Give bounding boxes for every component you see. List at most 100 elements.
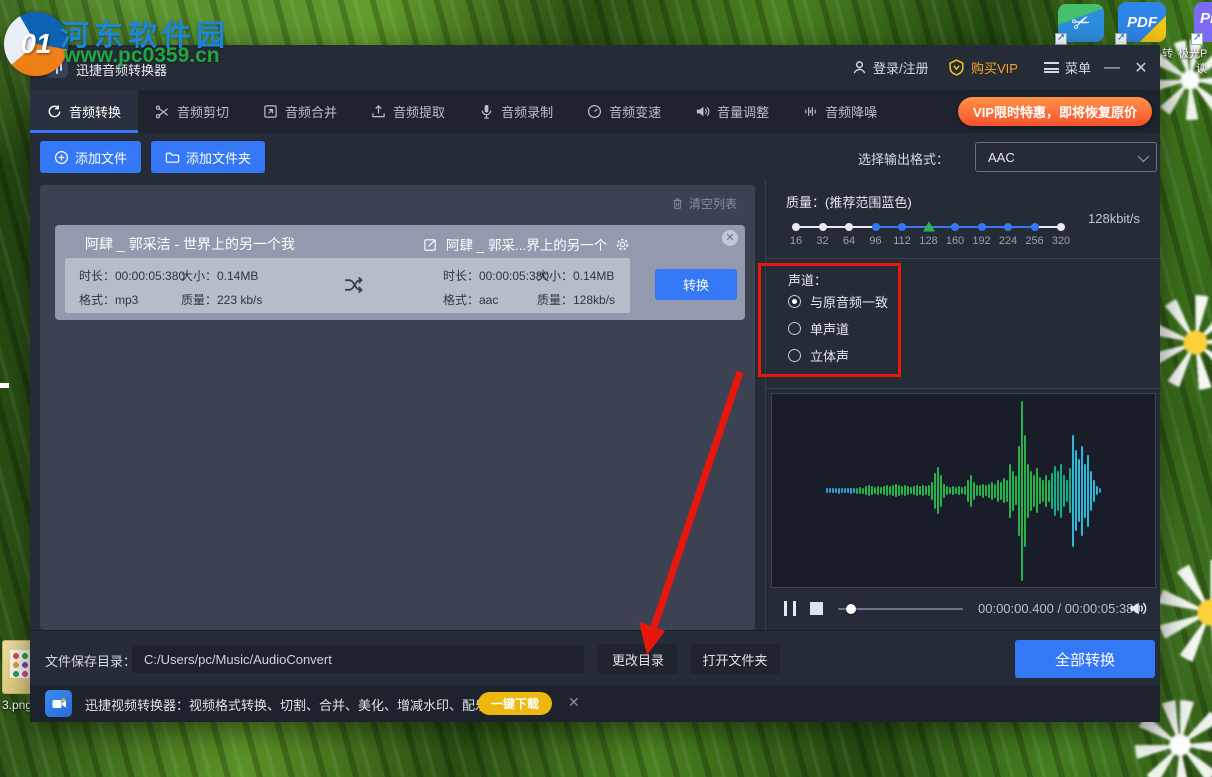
login-label: 登录/注册 — [873, 61, 929, 76]
tab-audio-cut[interactable]: 音频剪切 — [138, 90, 246, 133]
shuffle-convert-icon — [345, 276, 363, 294]
titlebar: 迅捷音频转换器 登录/注册 购买VIP 菜单 — ✕ — [30, 45, 1160, 90]
hamburger-icon — [1044, 62, 1059, 73]
clear-list-button[interactable]: 清空列表 — [671, 195, 737, 212]
tab-volume-adjust[interactable]: 音量调整 — [678, 90, 786, 133]
image-file-label: 3.png — [2, 698, 33, 712]
tab-label: 音频提取 — [393, 105, 446, 120]
login-button[interactable]: 登录/注册 — [852, 45, 929, 90]
player-controls: 00:00:00.400 / 00:00:05:380 — [766, 588, 1160, 630]
add-folder-button[interactable]: 添加文件夹 — [151, 141, 266, 173]
source-quality: 质量：223 kb/s — [181, 293, 263, 307]
left-edge-mark — [0, 383, 9, 388]
source-duration: 时长：00:00:05:380 — [79, 269, 186, 283]
vip-promo-banner[interactable]: VIP限时特惠，即将恢复原价 — [958, 97, 1152, 126]
convert-button[interactable]: 转换 — [655, 269, 737, 300]
add-folder-label: 添加文件夹 — [186, 150, 252, 166]
extract-icon — [372, 105, 385, 118]
radio-stereo[interactable]: 立体声 — [788, 346, 849, 365]
jiguang-pdf-shortcut-icon[interactable]: PD — [1191, 2, 1212, 45]
rename-icon[interactable] — [423, 237, 438, 252]
user-icon — [853, 61, 866, 74]
settings-side-panel: 质量：(推荐范围蓝色) 16 32 64 96 112 128 160 192 224 256 32… — [765, 180, 1160, 630]
stop-button[interactable] — [810, 602, 823, 615]
plus-circle-icon — [54, 150, 69, 164]
close-button[interactable]: ✕ — [1128, 45, 1154, 90]
buy-vip-button[interactable]: 购买VIP — [948, 45, 1018, 90]
tab-audio-denoise[interactable]: 音频降噪 — [786, 90, 894, 133]
speed-icon — [588, 104, 602, 119]
promo-close-icon[interactable]: ✕ — [568, 694, 580, 711]
menu-label: 菜单 — [1065, 61, 1092, 76]
add-file-label: 添加文件 — [75, 150, 128, 166]
video-cutter-shortcut-icon[interactable] — [1055, 4, 1104, 45]
source-file-title: 阿肆 _ 郭采洁 - 世界上的另一个我 — [85, 236, 296, 252]
microphone-icon — [481, 104, 492, 119]
convert-all-button[interactable]: 全部转换 — [1015, 640, 1155, 678]
divider — [766, 388, 1160, 389]
tab-audio-speed[interactable]: 音频变速 — [570, 90, 678, 133]
tab-audio-merge[interactable]: 音频合并 — [246, 90, 354, 133]
vip-badge-icon — [949, 59, 964, 76]
tab-bar: 音频转换 音频剪切 音频合并 音频提取 音频录制 音频变速 音量调整 音频降噪 … — [30, 90, 1160, 133]
tab-audio-convert[interactable]: 音频转换 — [30, 90, 139, 133]
promo-bar: 迅捷视频转换器：视频格式转换、切割、合并、美化、增减水印、配乐 一键下载 ✕ — [30, 685, 1160, 722]
radio-same-as-source[interactable]: 与原音频一致 — [788, 292, 888, 311]
radio-label: 立体声 — [810, 349, 850, 364]
seek-handle[interactable] — [846, 604, 856, 614]
pdf-icon-label: 转 — [1162, 48, 1173, 60]
tab-label: 音频变速 — [609, 105, 662, 120]
tab-audio-record[interactable]: 音频录制 — [462, 90, 570, 133]
radio-mono[interactable]: 单声道 — [788, 319, 849, 338]
radio-icon — [788, 349, 801, 362]
menu-button[interactable]: 菜单 — [1044, 45, 1091, 90]
target-format: 格式：aac — [443, 293, 499, 307]
jiguang-icon-label-line2: 读 — [1196, 63, 1207, 75]
pdf-app-shortcut-icon[interactable]: PDF — [1115, 2, 1166, 45]
clear-list-label: 清空列表 — [688, 197, 737, 211]
change-dir-button[interactable]: 更改目录 — [598, 644, 678, 674]
file-details-strip: 时长：00:00:05:380 大小：0.14MB 格式：mp3 质量：223 … — [65, 258, 630, 313]
scissors-icon — [155, 105, 169, 119]
one-click-download-button[interactable]: 一键下载 — [478, 692, 552, 715]
add-file-button[interactable]: 添加文件 — [40, 141, 142, 173]
jiguang-icon-label-line1: 极光P — [1178, 48, 1208, 60]
tab-label: 音频降噪 — [825, 105, 878, 120]
toolbar: 添加文件 添加文件夹 选择输出格式： AAC — [30, 133, 1160, 180]
app-title: 迅捷音频转换器 — [76, 63, 168, 78]
channel-label: 声道： — [788, 273, 828, 288]
app-logo-icon — [46, 56, 68, 78]
output-format-select[interactable]: AAC — [975, 142, 1157, 172]
tab-label: 音频合并 — [285, 105, 338, 120]
chevron-down-icon — [1137, 150, 1150, 163]
save-dir-field[interactable]: C:/Users/pc/Music/AudioConvert — [132, 645, 584, 673]
quality-slider[interactable]: 16 32 64 96 112 128 160 192 224 256 320 — [790, 218, 1070, 252]
pause-button[interactable] — [784, 601, 796, 616]
volume-icon[interactable] — [1128, 599, 1147, 618]
radio-icon — [788, 322, 801, 335]
quality-current-value: 128kbit/s — [1088, 211, 1141, 226]
seek-slider[interactable] — [838, 604, 963, 614]
radio-icon — [788, 295, 801, 308]
main-area: 清空列表 ✕ 阿肆 _ 郭采洁 - 世界上的另一个我 阿肆 _ 郭采...界上的… — [30, 180, 1160, 630]
tab-label: 音频录制 — [501, 105, 554, 120]
waveform — [825, 394, 1102, 587]
promo-text: 迅捷视频转换器：视频格式转换、切割、合并、美化、增减水印、配乐 — [85, 698, 489, 713]
target-file-title: 阿肆 _ 郭采...界上的另一个 — [446, 238, 608, 253]
save-dir-label: 文件保存目录： — [45, 654, 137, 669]
tab-label: 音频转换 — [69, 105, 122, 120]
remove-file-icon[interactable]: ✕ — [722, 230, 738, 246]
target-size: 大小：0.14MB — [537, 269, 615, 283]
tab-audio-extract[interactable]: 音频提取 — [354, 90, 462, 133]
tab-label: 音频剪切 — [177, 105, 230, 120]
app-window: 迅捷音频转换器 登录/注册 购买VIP 菜单 — ✕ 音频转换 音频剪切 音频合… — [30, 45, 1160, 722]
output-format-value: AAC — [988, 149, 1015, 165]
waveform-panel — [771, 393, 1156, 588]
buy-vip-label: 购买VIP — [971, 61, 1018, 76]
target-file-head: 阿肆 _ 郭采...界上的另一个 — [423, 234, 630, 254]
quality-label: 质量：(推荐范围蓝色) — [786, 195, 912, 210]
minimize-button[interactable]: — — [1100, 45, 1124, 90]
open-folder-button[interactable]: 打开文件夹 — [690, 644, 780, 674]
gear-icon[interactable] — [615, 237, 630, 252]
pdf-icon-text: PDF — [1127, 13, 1157, 31]
